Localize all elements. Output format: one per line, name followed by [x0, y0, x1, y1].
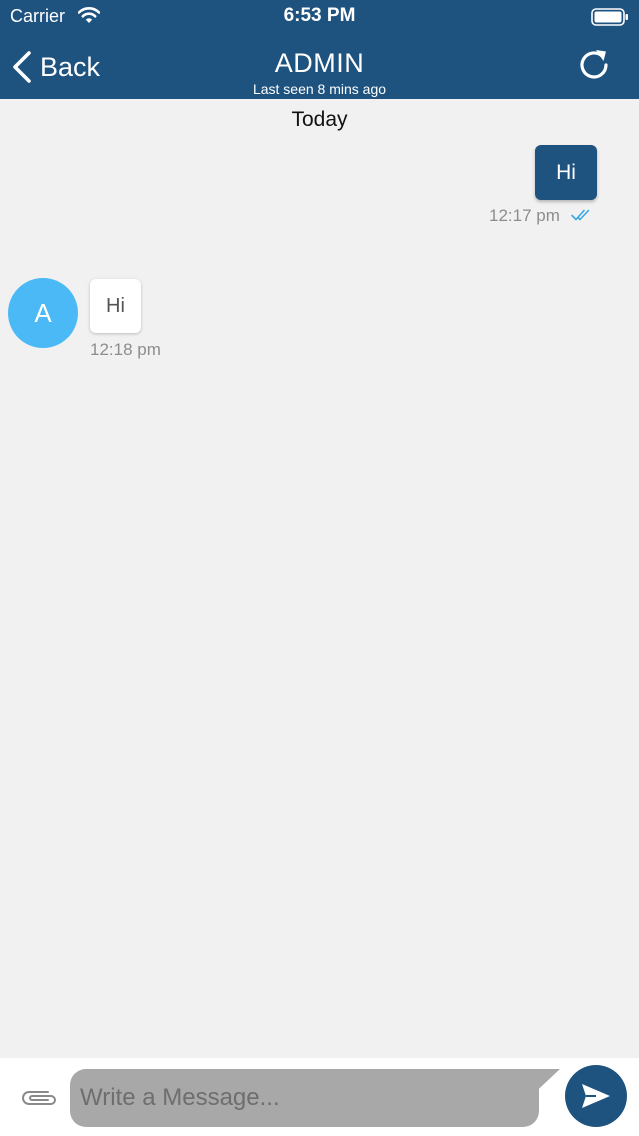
- message-composer: [0, 1058, 639, 1136]
- status-bar: Carrier 6:53 PM: [0, 0, 639, 34]
- avatar-initial: A: [34, 297, 52, 328]
- incoming-message-bubble[interactable]: Hi: [90, 279, 141, 333]
- battery-icon: [591, 8, 628, 26]
- message-input-wrapper: [70, 1069, 560, 1127]
- message-text: Hi: [556, 160, 576, 184]
- last-seen-label: Last seen 8 mins ago: [252, 81, 387, 97]
- outgoing-message-bubble[interactable]: Hi: [535, 145, 597, 200]
- chat-title: ADMIN: [274, 48, 365, 78]
- refresh-icon[interactable]: [576, 47, 612, 83]
- date-divider: Today: [291, 108, 348, 131]
- message-timestamp: 12:17 pm: [489, 206, 560, 225]
- double-check-icon: [571, 209, 590, 221]
- paperclip-icon[interactable]: [18, 1086, 62, 1110]
- nav-bar: Back ADMIN Last seen 8 mins ago: [0, 34, 639, 99]
- message-timestamp: 12:18 pm: [90, 340, 161, 359]
- app-header: Carrier 6:53 PM Back ADMIN Last seen 8 m…: [0, 0, 639, 99]
- send-icon: [582, 1084, 610, 1108]
- message-input[interactable]: [70, 1069, 539, 1127]
- send-button[interactable]: [565, 1065, 627, 1127]
- message-text: Hi: [106, 294, 125, 317]
- status-time: 6:53 PM: [283, 5, 356, 26]
- avatar[interactable]: A: [8, 278, 78, 348]
